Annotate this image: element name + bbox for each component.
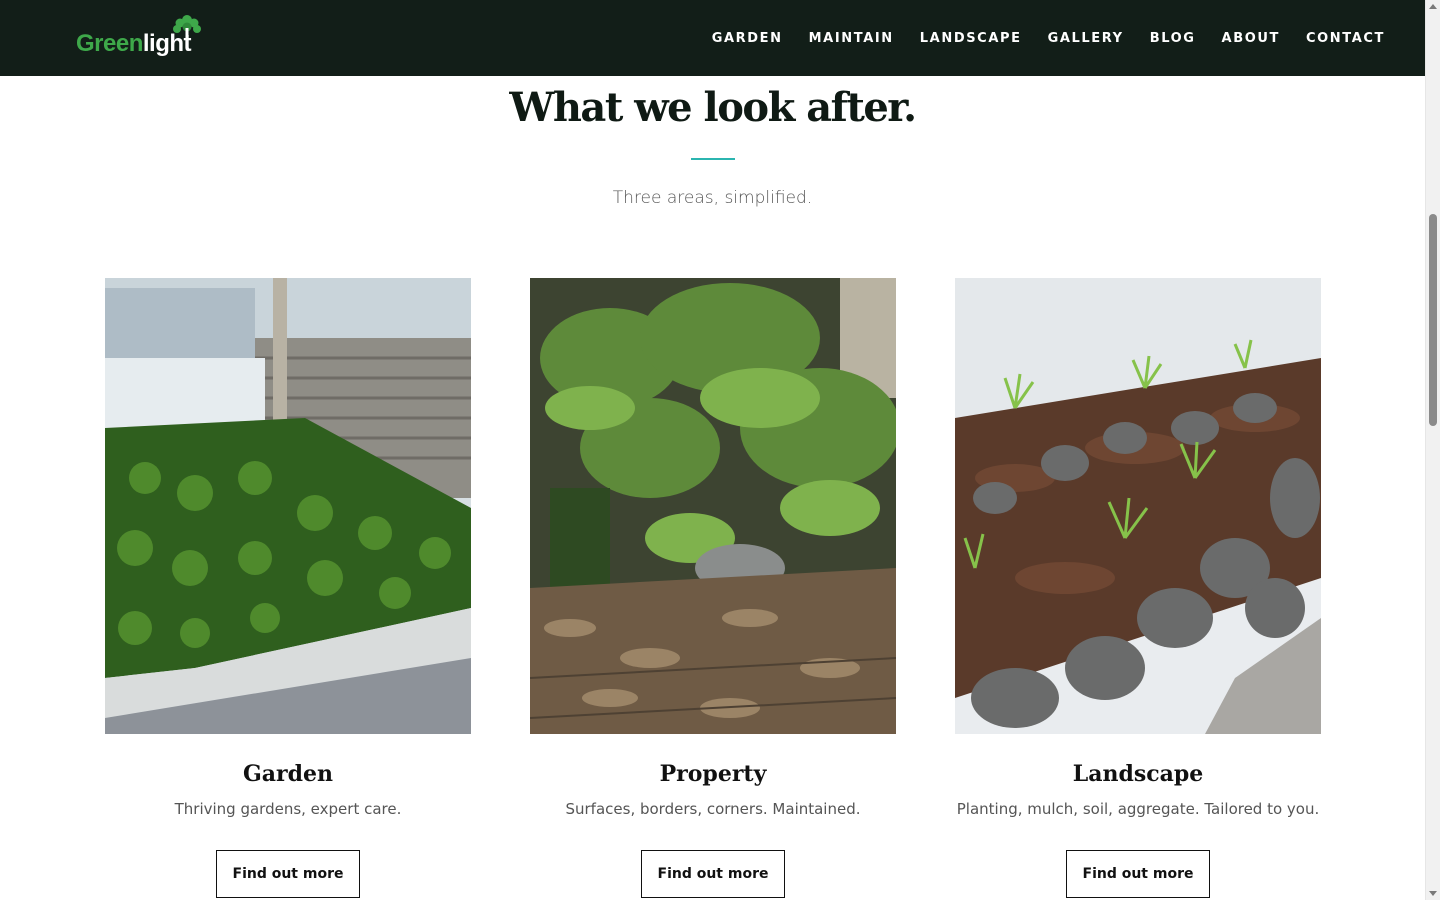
scroll-down-arrow-icon[interactable] (1429, 891, 1437, 896)
find-out-more-button[interactable]: Find out more (1066, 850, 1210, 898)
card-description: Planting, mulch, soil, aggregate. Tailor… (956, 800, 1320, 818)
nav-item-landscape[interactable]: LANDSCAPE (920, 31, 1022, 46)
nav-item-garden[interactable]: GARDEN (712, 31, 783, 46)
nav-item-about[interactable]: ABOUT (1222, 31, 1280, 46)
card-description: Thriving gardens, expert care. (174, 800, 402, 818)
tree-icon (173, 15, 201, 42)
section-subtitle: Three areas, simplified. (612, 188, 813, 208)
service-card-property: Property Surfaces, borders, corners. Mai… (530, 278, 896, 898)
landscape-photo (955, 278, 1321, 734)
card-title: Landscape (1072, 761, 1204, 787)
scroll-up-arrow-icon[interactable] (1429, 4, 1437, 9)
nav-item-contact[interactable]: CONTACT (1306, 31, 1385, 46)
find-out-more-button[interactable]: Find out more (641, 850, 785, 898)
scroll-thumb[interactable] (1429, 214, 1437, 426)
page-scrollbar[interactable] (1425, 0, 1440, 900)
nav-item-maintain[interactable]: MAINTAIN (809, 31, 894, 46)
find-out-more-button[interactable]: Find out more (216, 850, 360, 898)
service-card-garden: Garden Thriving gardens, expert care. Fi… (105, 278, 471, 898)
section-title: What we look after. (509, 84, 917, 131)
site-header: Greenlight GARDEN MAINTAIN LANDSCAPE GAL… (0, 0, 1425, 76)
title-divider (691, 158, 735, 160)
service-card-landscape: Landscape Planting, mulch, soil, aggrega… (955, 278, 1321, 898)
nav-item-gallery[interactable]: GALLERY (1048, 31, 1124, 46)
card-title: Property (659, 761, 767, 787)
main-nav: GARDEN MAINTAIN LANDSCAPE GALLERY BLOG A… (686, 0, 1385, 76)
card-description: Surfaces, borders, corners. Maintained. (565, 800, 861, 818)
garden-photo (105, 278, 471, 734)
nav-item-blog[interactable]: BLOG (1150, 31, 1196, 46)
card-title: Garden (242, 761, 333, 787)
property-photo (530, 278, 896, 734)
brand-logo[interactable]: Greenlight (76, 14, 201, 62)
